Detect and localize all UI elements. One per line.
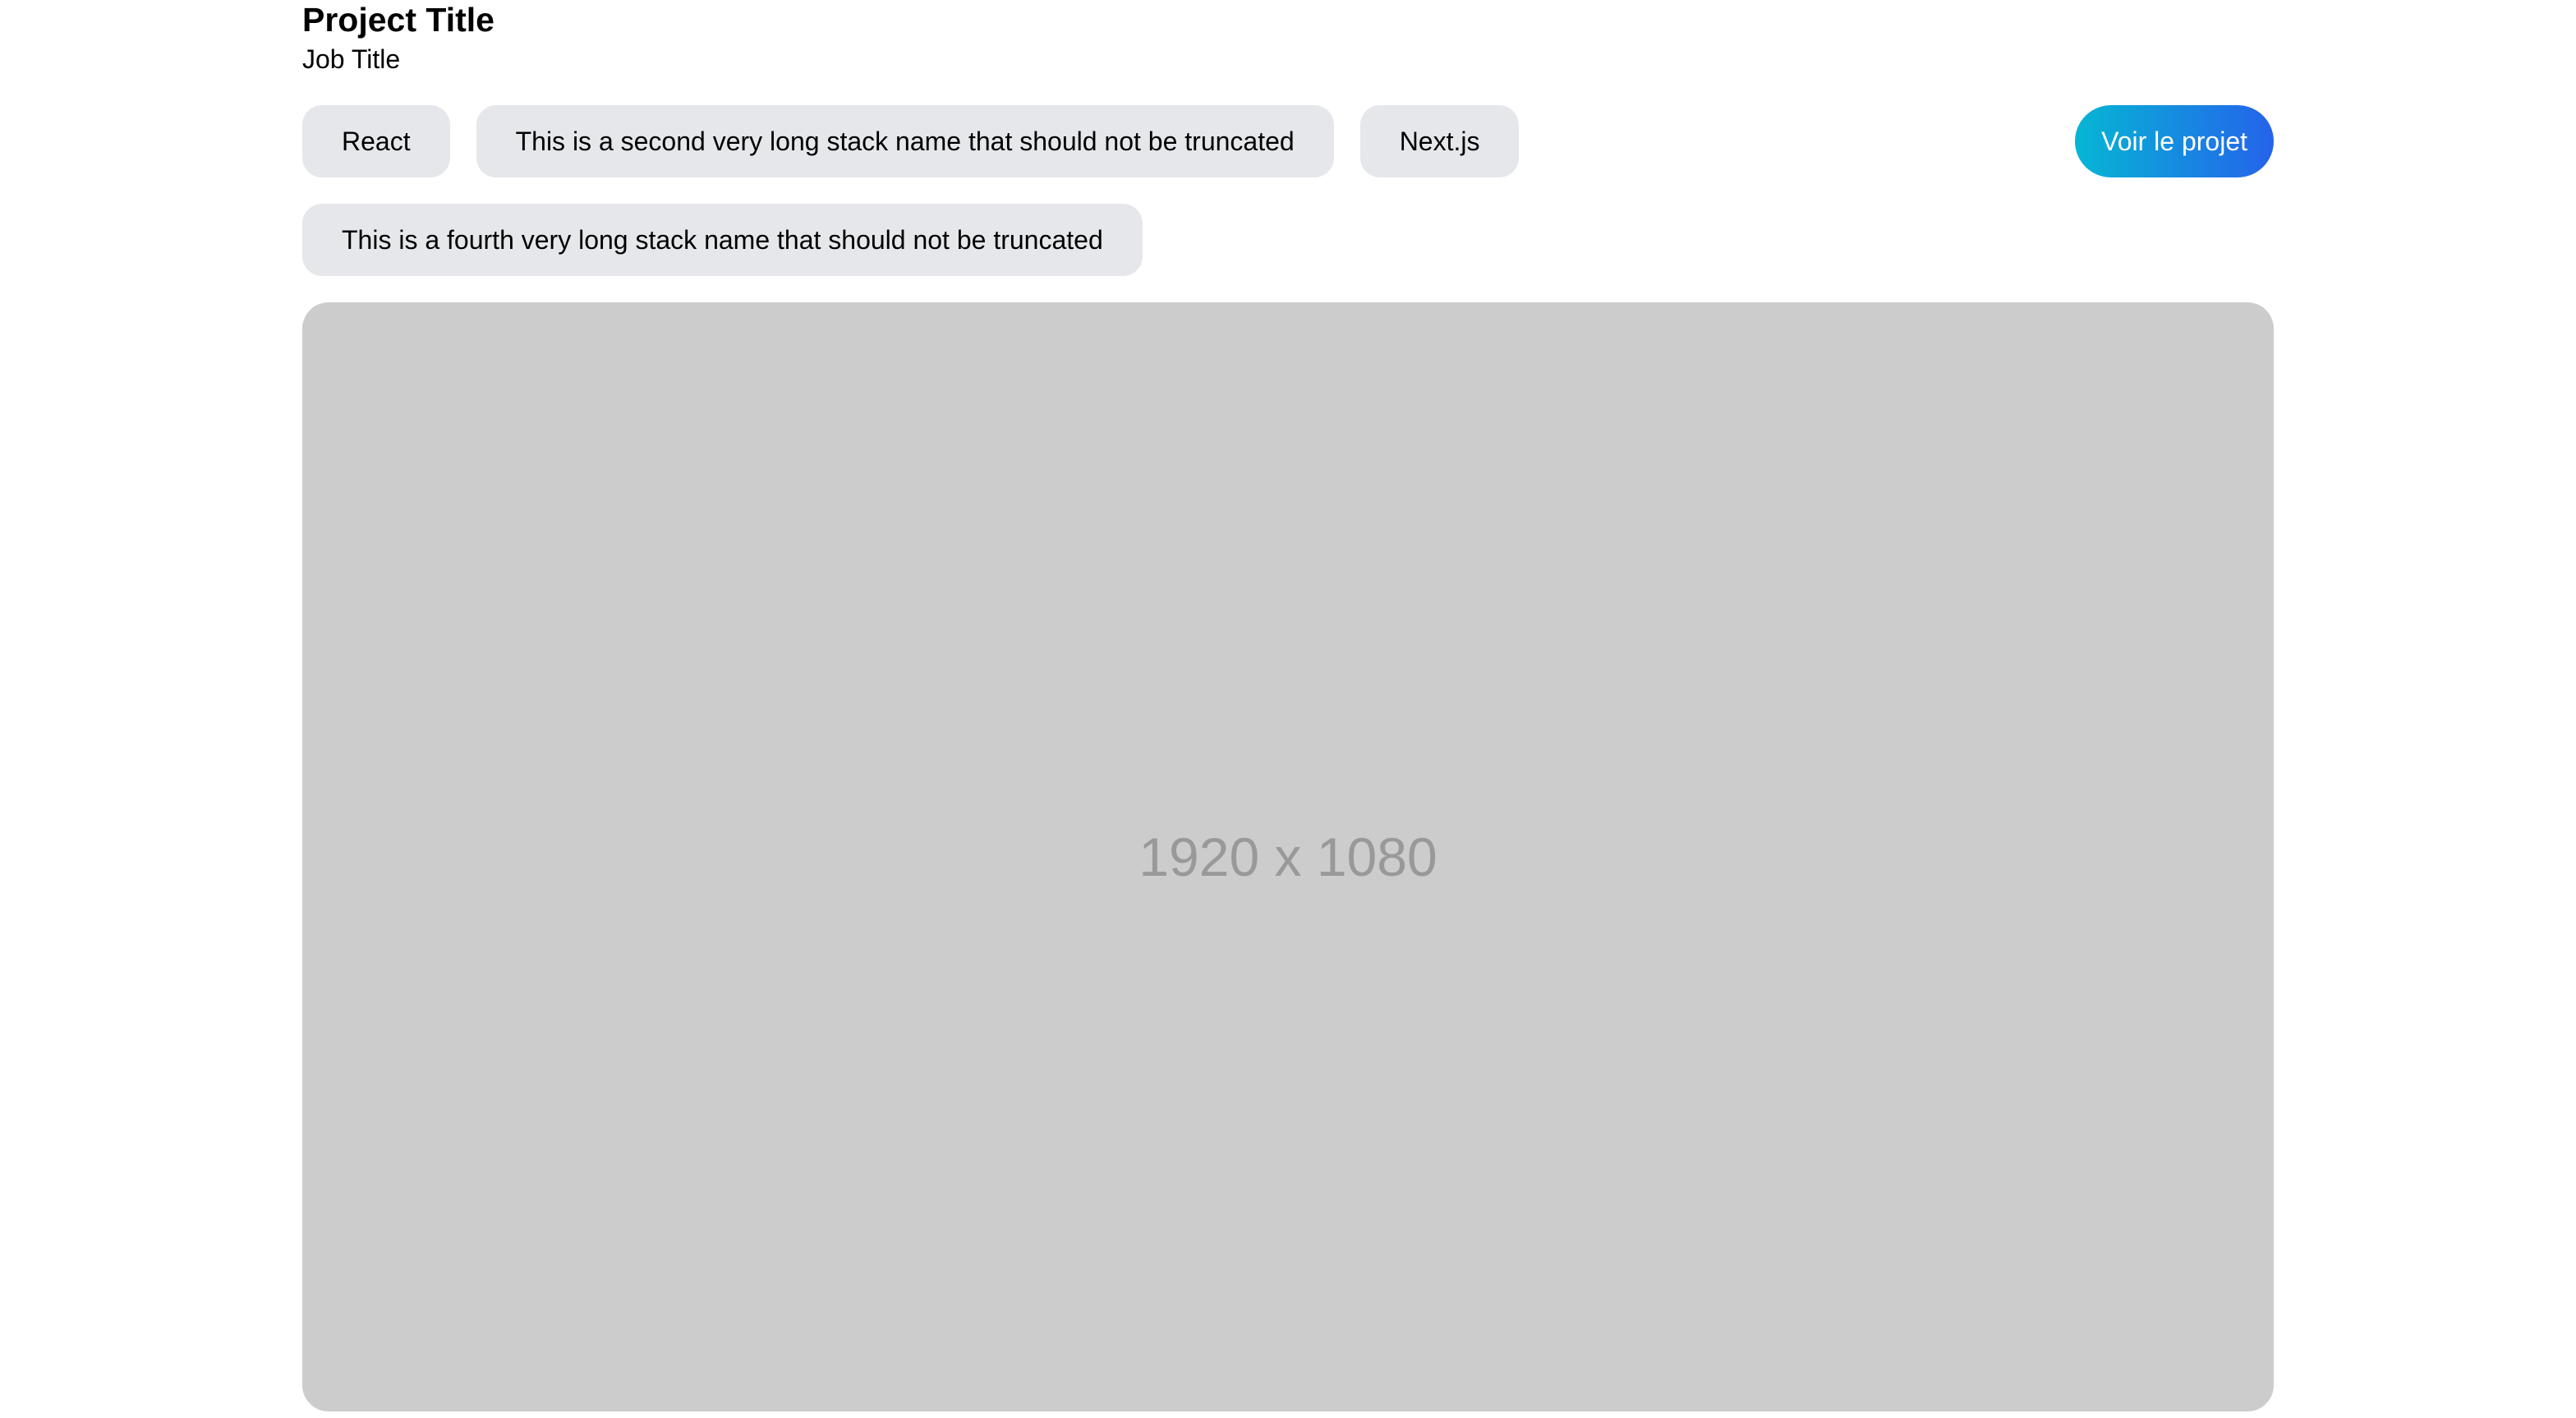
view-project-button[interactable]: Voir le projet — [2075, 105, 2274, 177]
project-title: Project Title — [302, 1, 494, 39]
stack-chip: React — [302, 105, 450, 177]
stack-chip: This is a second very long stack name th… — [476, 105, 1334, 177]
project-card: Project Title Job Title React This is a … — [302, 0, 2274, 1411]
stack-row-2: This is a fourth very long stack name th… — [302, 204, 2274, 276]
stack-row-1: React This is a second very long stack n… — [302, 105, 2274, 177]
job-title: Job Title — [302, 44, 401, 74]
image-placeholder-label: 1920 x 1080 — [1138, 826, 1438, 887]
stack-chip: Next.js — [1359, 105, 1520, 177]
stack-chip: This is a fourth very long stack name th… — [302, 204, 1143, 276]
project-image-placeholder: 1920 x 1080 — [302, 302, 2274, 1411]
